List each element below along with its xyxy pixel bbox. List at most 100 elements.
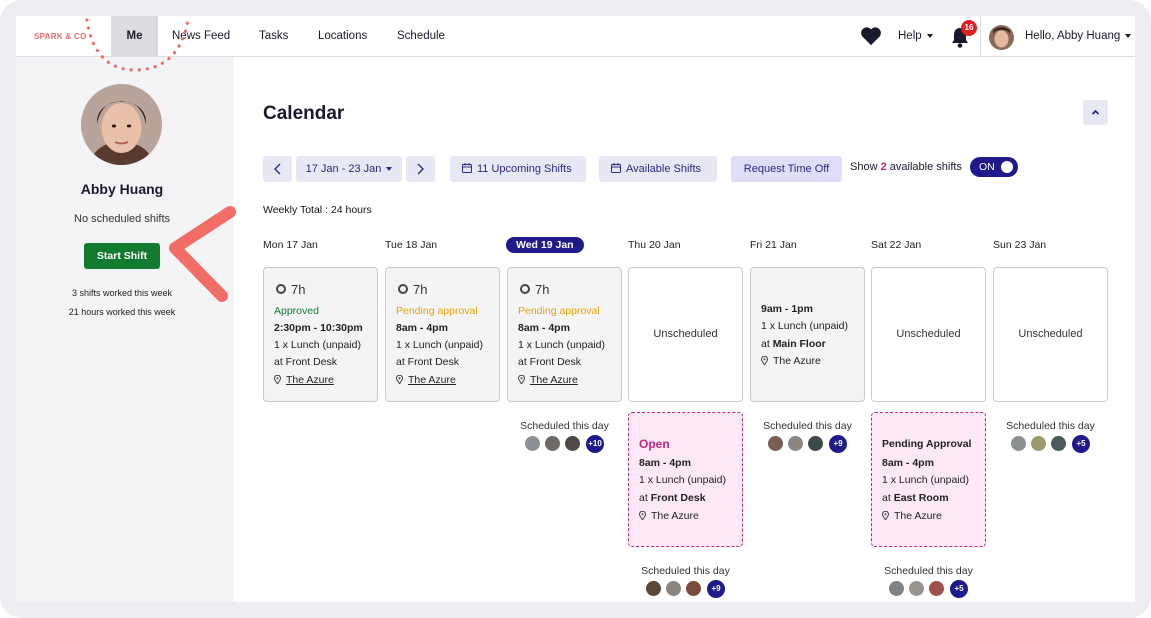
nav-item-me[interactable]: Me: [111, 16, 158, 56]
chevron-left-icon: [274, 163, 281, 175]
shift-time: 9am - 1pm: [761, 303, 813, 315]
scheduled-this-day-label: Scheduled this day: [1006, 420, 1095, 432]
location-pin-icon: [396, 374, 403, 384]
window-frame: SPARK & CO Me News Feed Tasks Locations …: [0, 0, 1151, 618]
avatar: [928, 580, 945, 597]
shift-area: at Main Floor: [761, 338, 826, 350]
avatar: [767, 435, 784, 452]
avatar[interactable]: [989, 25, 1014, 50]
shift-card-wed[interactable]: 7h Pending approval 8am - 4pm 1 x Lunch …: [507, 267, 622, 402]
chevron-down-icon: [386, 167, 393, 172]
location-name: The Azure: [651, 510, 699, 522]
shift-card-mon[interactable]: 7h Approved 2:30pm - 10:30pm 1 x Lunch (…: [263, 267, 378, 402]
shift-area: at Front Desk: [396, 356, 460, 368]
location-pin-icon: [518, 374, 525, 384]
day-header-fri: Fri 21 Jan: [750, 239, 797, 251]
shift-hours-value: 7h: [291, 282, 306, 297]
shift-location: The Azure: [518, 374, 578, 386]
shift-area-prefix: at: [761, 338, 770, 350]
shift-card-thu[interactable]: Unscheduled: [628, 267, 743, 402]
team-avatars-fri[interactable]: +9: [767, 435, 852, 453]
shift-location: The Azure: [639, 510, 699, 522]
pending-shift-card[interactable]: Pending Approval 8am - 4pm 1 x Lunch (un…: [871, 412, 986, 547]
avatar: [888, 580, 905, 597]
prev-week-button[interactable]: [263, 156, 292, 182]
shift-location: The Azure: [882, 510, 942, 522]
user-greeting: Hello, Abby Huang: [1025, 30, 1121, 42]
shift-area: at Front Desk: [274, 356, 338, 368]
nav-item-locations[interactable]: Locations: [318, 16, 367, 56]
nav-item-news-feed[interactable]: News Feed: [172, 16, 230, 56]
shift-card-fri[interactable]: 9am - 1pm 1 x Lunch (unpaid) at Main Flo…: [750, 267, 865, 402]
shift-time: 8am - 4pm: [882, 457, 934, 469]
heart-icon[interactable]: [860, 26, 882, 46]
chevron-up-icon: [1091, 109, 1100, 115]
avatar: [524, 435, 541, 452]
avatar: [685, 580, 702, 597]
shift-area-name: East Room: [893, 492, 949, 504]
nav-item-tasks[interactable]: Tasks: [259, 16, 288, 56]
date-range-label: 17 Jan - 23 Jan: [305, 163, 382, 175]
day-header-thu: Thu 20 Jan: [628, 239, 681, 251]
shift-break: 1 x Lunch (unpaid): [518, 339, 605, 351]
shift-location: The Azure: [274, 374, 334, 386]
shifts-worked-stat: 3 shifts worked this week: [71, 288, 173, 298]
collapse-button[interactable]: [1083, 100, 1108, 125]
shift-hours: 7h: [276, 282, 305, 297]
shift-break: 1 x Lunch (unpaid): [274, 339, 361, 351]
next-week-button[interactable]: [406, 156, 435, 182]
shift-area: at Front Desk: [518, 356, 582, 368]
calendar-panel: Calendar 17 Jan - 23 Jan 11 Upcoming Shi…: [234, 57, 1135, 602]
notification-badge: 16: [961, 20, 977, 36]
shift-status: Approved: [274, 305, 319, 317]
more-people-badge: +9: [707, 580, 725, 598]
shift-hours: 7h: [398, 282, 427, 297]
scheduled-this-day-label: Scheduled this day: [520, 420, 609, 432]
brand-logo[interactable]: SPARK & CO: [34, 32, 87, 41]
location-link[interactable]: The Azure: [530, 374, 578, 386]
toggle-label: ON: [979, 161, 995, 173]
avatar: [807, 435, 824, 452]
request-time-off-button[interactable]: Request Time Off: [731, 156, 842, 182]
nav-divider: [980, 16, 981, 56]
show-available-toggle[interactable]: ON: [970, 157, 1018, 177]
calendar-icon: [611, 163, 621, 174]
upcoming-shifts-label: 11 Upcoming Shifts: [477, 163, 572, 175]
shift-area: at East Room: [882, 492, 949, 504]
pending-shift-title: Pending Approval: [882, 438, 972, 450]
start-shift-button[interactable]: Start Shift: [84, 243, 160, 269]
shift-location: The Azure: [761, 355, 821, 367]
team-avatars-sat[interactable]: +5: [888, 580, 973, 598]
location-link[interactable]: The Azure: [286, 374, 334, 386]
help-menu[interactable]: Help: [898, 16, 933, 56]
team-avatars-sun[interactable]: +5: [1010, 435, 1095, 453]
sidebar: Abby Huang No scheduled shifts Start Shi…: [16, 57, 234, 602]
shift-card-tue[interactable]: 7h Pending approval 8am - 4pm 1 x Lunch …: [385, 267, 500, 402]
available-shifts-button[interactable]: Available Shifts: [599, 156, 717, 182]
shift-break: 1 x Lunch (unpaid): [396, 339, 483, 351]
available-shifts-label: Available Shifts: [626, 163, 702, 175]
avatar: [1050, 435, 1067, 452]
shift-status: No scheduled shifts: [74, 213, 170, 225]
shift-card-sun[interactable]: Unscheduled: [993, 267, 1108, 402]
user-menu[interactable]: Hello, Abby Huang: [1025, 16, 1132, 56]
team-avatars-wed[interactable]: +10: [524, 435, 609, 453]
page-title: Calendar: [263, 103, 345, 124]
upcoming-shifts-button[interactable]: 11 Upcoming Shifts: [450, 156, 586, 182]
more-people-badge: +10: [586, 435, 604, 453]
nav-item-schedule[interactable]: Schedule: [397, 16, 445, 56]
shift-status: Pending approval: [518, 305, 600, 317]
location-link[interactable]: The Azure: [408, 374, 456, 386]
team-avatars-thu[interactable]: +9: [645, 580, 730, 598]
shift-break: 1 x Lunch (unpaid): [761, 320, 848, 332]
avatar: [908, 580, 925, 597]
shift-hours-value: 7h: [413, 282, 428, 297]
day-header-mon: Mon 17 Jan: [263, 239, 318, 251]
open-shift-card[interactable]: Open 8am - 4pm 1 x Lunch (unpaid) at Fro…: [628, 412, 743, 547]
unscheduled-label: Unscheduled: [1018, 328, 1083, 340]
shift-card-sat[interactable]: Unscheduled: [871, 267, 986, 402]
day-header-sun: Sun 23 Jan: [993, 239, 1047, 251]
chevron-down-icon: [1125, 33, 1132, 38]
open-shift-title: Open: [639, 437, 670, 451]
date-range-select[interactable]: 17 Jan - 23 Jan: [296, 156, 402, 182]
